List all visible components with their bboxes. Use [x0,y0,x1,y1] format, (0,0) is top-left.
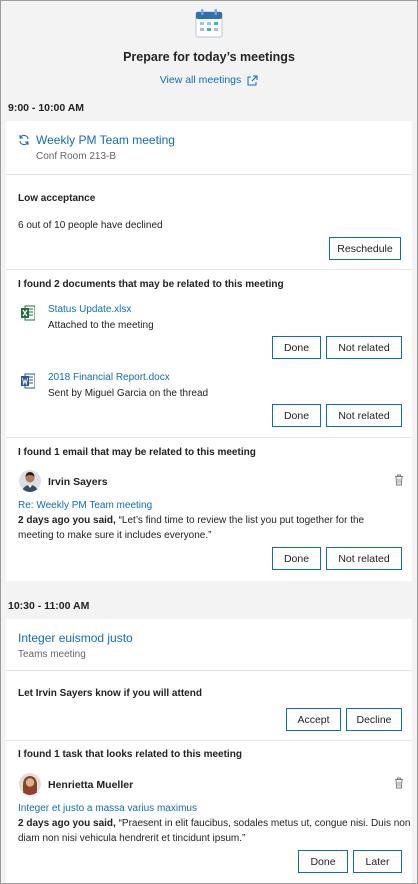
meeting-title-2[interactable]: Integer euismod justo [18,631,400,645]
view-all-label: View all meetings [159,74,242,86]
insights-pane: Prepare for today’s meetings View all me… [0,0,418,884]
done-button-email[interactable]: Done [272,547,321,570]
task-quote-line-1: 2 days ago you said, “Praesent in elit f… [18,818,410,829]
not-related-button-doc-2[interactable]: Not related [326,404,402,427]
view-all-meetings-link[interactable]: View all meetings [160,74,259,86]
acceptance-detail: 6 out of 10 people have declined [18,220,163,231]
email-heading: I found 1 email that may be related to t… [18,447,256,458]
task-quote-line-2: diam non nisi vehicula hendrerit et tinc… [18,833,246,844]
email-quote-line-2: meeting to make sure it includes everyon… [18,530,212,541]
decline-button[interactable]: Decline [346,708,402,731]
recurring-icon [19,134,29,146]
document-note-1: Attached to the meeting [48,320,154,331]
document-link-1[interactable]: Status Update.xlsx [48,304,131,315]
divider [6,740,412,741]
done-button-task[interactable]: Done [298,850,348,873]
divider [6,269,412,270]
done-button-doc-2[interactable]: Done [272,404,321,427]
meeting-card-2: Integer euismod justo Teams meeting Let … [6,619,412,883]
acceptance-heading: Low acceptance [18,193,96,204]
document-note-2: Sent by Miguel Garcia on the thread [48,388,209,399]
pane-header: Prepare for today’s meetings View all me… [1,1,417,97]
reschedule-button[interactable]: Reschedule [329,237,401,260]
email-quote-text: “Let’s find time to review the list you … [115,515,365,526]
document-link-2[interactable]: 2018 Financial Report.docx [48,372,170,383]
meeting-header-1: Weekly PM Team meeting Conf Room 213-B [6,121,412,175]
task-person: Henrietta Mueller [48,779,134,791]
task-quote-prefix: 2 days ago you said, [18,818,116,829]
header-title: Prepare for today’s meetings [123,50,295,64]
divider [6,437,412,438]
meeting-location-1: Conf Room 213-B [36,151,117,162]
email-quote-prefix: 2 days ago you said, [18,515,116,526]
meeting-time-1: 9:00 - 10:00 AM [8,102,85,114]
open-external-icon [247,75,258,85]
later-button[interactable]: Later [353,850,402,873]
meeting-title-1[interactable]: Weekly PM Team meeting [18,133,400,147]
email-sender: Irvin Sayers [48,476,108,488]
not-related-button-doc-1[interactable]: Not related [326,336,402,359]
rsvp-heading: Let Irvin Sayers know if you will attend [18,688,202,699]
not-related-button-email[interactable]: Not related [326,547,402,570]
task-quote-text: “Praesent in elit faucibus, sodales metu… [115,818,411,829]
meeting-title-label-1: Weekly PM Team meeting [36,133,175,147]
task-heading: I found 1 task that looks related to thi… [18,749,242,760]
avatar-henrietta-mueller [19,773,41,795]
meeting-header-2: Integer euismod justo Teams meeting [6,619,412,671]
meeting-location-2: Teams meeting [18,649,86,660]
calendar-icon [195,9,223,38]
delete-icon[interactable] [394,474,404,486]
meeting-card-1: Weekly PM Team meeting Conf Room 213-B L… [6,121,412,581]
documents-heading: I found 2 documents that may be related … [18,279,284,290]
accept-button[interactable]: Accept [286,708,341,731]
email-subject-link[interactable]: Re: Weekly PM Team meeting [18,500,152,511]
avatar-irvin-sayers [19,470,41,492]
task-title-link[interactable]: Integer et justo a massa varius maximus [18,803,197,814]
delete-icon[interactable] [394,777,404,789]
email-quote-line-1: 2 days ago you said, “Let’s find time to… [18,515,364,526]
word-icon [21,373,35,389]
done-button-doc-1[interactable]: Done [272,336,321,359]
excel-icon [21,305,35,321]
meeting-time-2: 10:30 - 11:00 AM [8,600,90,612]
